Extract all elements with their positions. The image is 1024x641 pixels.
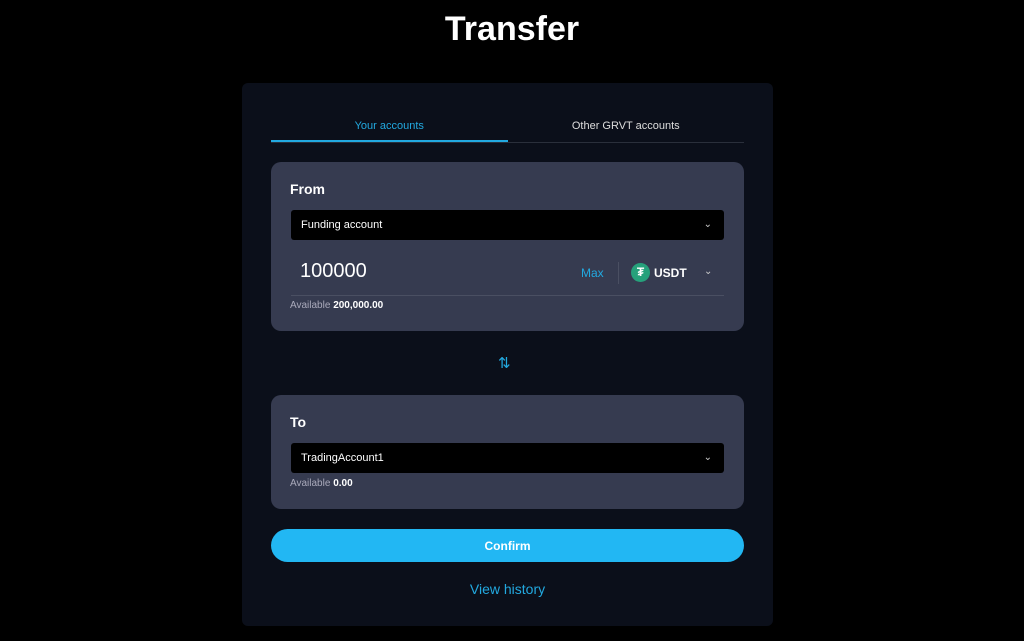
from-label: From: [290, 181, 325, 197]
chevron-down-icon: ⌄: [703, 452, 712, 463]
available-label: Available: [290, 478, 331, 489]
chevron-down-icon: ⌄: [703, 219, 712, 230]
page-title: Transfer: [444, 10, 580, 48]
swap-icon[interactable]: ⇅: [498, 354, 511, 372]
tab-other-accounts[interactable]: Other GRVT accounts: [508, 113, 745, 142]
to-panel: To TradingAccount1 ⌄ Available 0.00: [271, 395, 744, 509]
available-label: Available: [290, 300, 331, 311]
divider: [618, 262, 619, 284]
max-button[interactable]: Max: [581, 266, 604, 280]
from-available: Available 200,000.00: [290, 300, 383, 311]
available-value: 0.00: [333, 478, 353, 489]
to-available: Available 0.00: [290, 478, 353, 489]
tether-icon: ₮: [631, 263, 650, 282]
tab-your-accounts[interactable]: Your accounts: [271, 113, 508, 142]
from-account-value: Funding account: [301, 219, 383, 231]
from-account-select[interactable]: Funding account ⌄: [291, 210, 724, 240]
account-tabs: Your accounts Other GRVT accounts: [271, 113, 744, 143]
currency-select[interactable]: USDT: [654, 266, 687, 280]
to-label: To: [290, 414, 307, 430]
transfer-card: Your accounts Other GRVT accounts From F…: [242, 83, 773, 626]
available-value: 200,000.00: [333, 300, 384, 311]
to-account-value: TradingAccount1: [301, 452, 384, 464]
confirm-button[interactable]: Confirm: [271, 529, 744, 562]
divider: [291, 295, 724, 296]
to-account-select[interactable]: TradingAccount1 ⌄: [291, 443, 724, 473]
amount-input[interactable]: 100000: [300, 260, 367, 283]
chevron-down-icon[interactable]: ⌄: [704, 266, 712, 277]
view-history-link[interactable]: View history: [242, 581, 773, 597]
from-panel: From Funding account ⌄ 100000 Max ₮ USDT…: [271, 162, 744, 331]
